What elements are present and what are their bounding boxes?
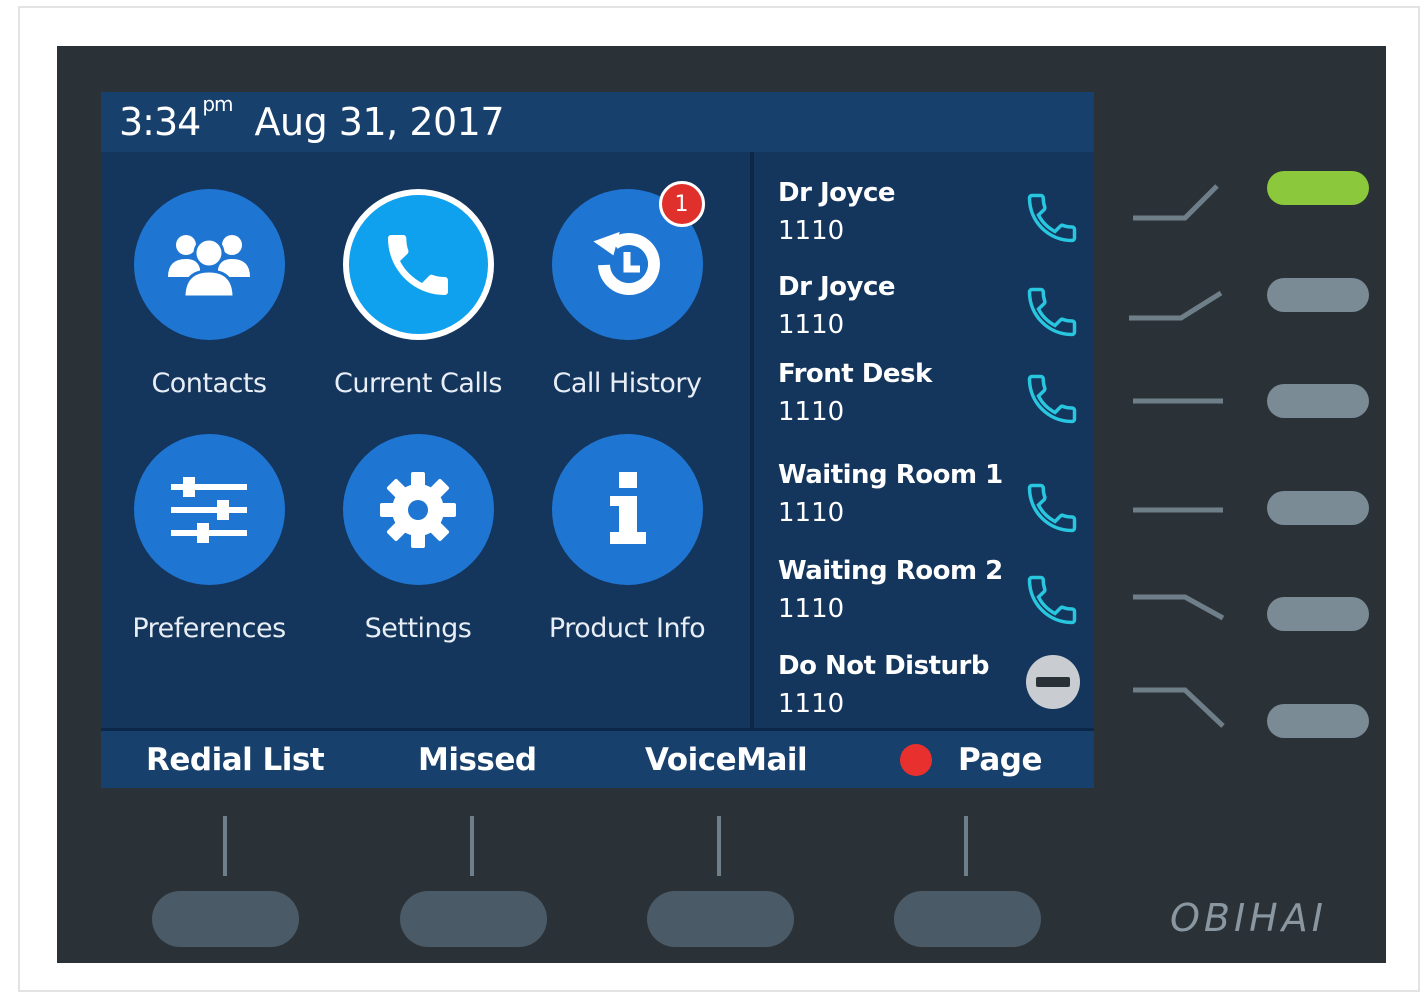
softkey-voicemail[interactable]: VoiceMail bbox=[645, 731, 808, 788]
current-date: Aug 31, 2017 bbox=[254, 100, 505, 144]
line-key-connectors bbox=[1129, 184, 1225, 728]
call-history-badge: 1 bbox=[658, 181, 705, 227]
phone-screen: 3:34 pm Aug 31, 2017 Contacts Current Ca… bbox=[101, 92, 1094, 788]
connector-1 bbox=[1133, 184, 1219, 221]
line-item-3[interactable]: Front Desk 1110 bbox=[778, 359, 1088, 449]
sliders-icon bbox=[171, 476, 247, 543]
softkey-page-label: Page bbox=[958, 741, 1043, 778]
app-call-history-label: Call History bbox=[552, 368, 702, 399]
softkey-button-2[interactable] bbox=[400, 891, 547, 947]
softkey-indicator-3 bbox=[717, 816, 721, 876]
phone-icon bbox=[1027, 575, 1077, 625]
app-contacts-label: Contacts bbox=[151, 368, 267, 399]
phone-icon bbox=[1027, 374, 1077, 424]
line-list: Dr Joyce 1110 Dr Joyce 1110 Front Desk 1… bbox=[754, 152, 1094, 728]
softkey-indicator-1 bbox=[223, 816, 227, 876]
line-key-6[interactable] bbox=[1267, 704, 1369, 738]
line-item-5[interactable]: Waiting Room 2 1110 bbox=[778, 556, 1088, 646]
app-preferences-label: Preferences bbox=[132, 613, 286, 644]
app-contacts-tile[interactable] bbox=[133, 189, 285, 340]
app-settings-tile[interactable] bbox=[342, 434, 494, 585]
line-item-2[interactable]: Dr Joyce 1110 bbox=[778, 272, 1088, 362]
connector-6 bbox=[1133, 687, 1225, 728]
brand-logo: OBIHAI bbox=[1170, 896, 1327, 940]
connector-2 bbox=[1129, 290, 1223, 321]
phone-icon bbox=[1027, 287, 1077, 337]
softkey-button-3[interactable] bbox=[647, 891, 794, 947]
gear-icon bbox=[380, 471, 456, 548]
status-bar: 3:34 pm Aug 31, 2017 bbox=[101, 92, 1094, 152]
line-key-3[interactable] bbox=[1267, 384, 1369, 418]
line-key-5[interactable] bbox=[1267, 597, 1369, 631]
app-settings-label: Settings bbox=[364, 613, 472, 644]
softkey-page[interactable]: Page bbox=[900, 731, 1043, 788]
phone-icon bbox=[388, 234, 448, 295]
app-call-history[interactable]: 1 Call History bbox=[522, 181, 732, 399]
app-product-info-label: Product Info bbox=[548, 613, 706, 644]
app-settings[interactable]: Settings bbox=[313, 434, 523, 644]
app-product-info[interactable]: Product Info bbox=[522, 434, 732, 644]
info-icon bbox=[610, 471, 646, 544]
app-preferences-tile[interactable] bbox=[133, 434, 285, 585]
app-call-history-tile[interactable]: 1 bbox=[551, 181, 705, 340]
softkey-indicator-4 bbox=[964, 816, 968, 876]
connector-5 bbox=[1133, 594, 1225, 621]
history-icon bbox=[593, 231, 660, 295]
app-contacts[interactable]: Contacts bbox=[104, 189, 314, 399]
app-product-info-tile[interactable] bbox=[551, 434, 703, 585]
contacts-icon bbox=[168, 234, 250, 298]
line-item-1[interactable]: Dr Joyce 1110 bbox=[778, 178, 1088, 268]
clock-time: 3:34 pm bbox=[119, 92, 234, 144]
line-key-1[interactable] bbox=[1267, 171, 1369, 205]
do-not-disturb-icon bbox=[1026, 655, 1080, 709]
phone-icon bbox=[1027, 483, 1077, 533]
clock-ampm: pm bbox=[202, 92, 233, 116]
app-current-calls-label: Current Calls bbox=[334, 368, 502, 399]
line-item-4[interactable]: Waiting Room 1 1110 bbox=[778, 460, 1088, 550]
softkey-button-4[interactable] bbox=[894, 891, 1041, 947]
page-status-dot bbox=[900, 743, 932, 776]
app-current-calls[interactable]: Current Calls bbox=[313, 189, 523, 399]
line-key-4[interactable] bbox=[1267, 491, 1369, 525]
app-grid: Contacts Current Calls 1 Call History Pr… bbox=[101, 152, 752, 728]
softkey-redial-list[interactable]: Redial List bbox=[146, 731, 325, 788]
softkey-button-1[interactable] bbox=[152, 891, 299, 947]
phone-icon bbox=[1027, 193, 1077, 243]
softkey-bar: Redial List Missed VoiceMail Page bbox=[101, 728, 1094, 788]
app-preferences[interactable]: Preferences bbox=[104, 434, 314, 644]
app-current-calls-tile[interactable] bbox=[342, 189, 494, 340]
line-key-2[interactable] bbox=[1267, 278, 1369, 312]
softkey-indicator-2 bbox=[470, 816, 474, 876]
softkey-missed[interactable]: Missed bbox=[418, 731, 537, 788]
